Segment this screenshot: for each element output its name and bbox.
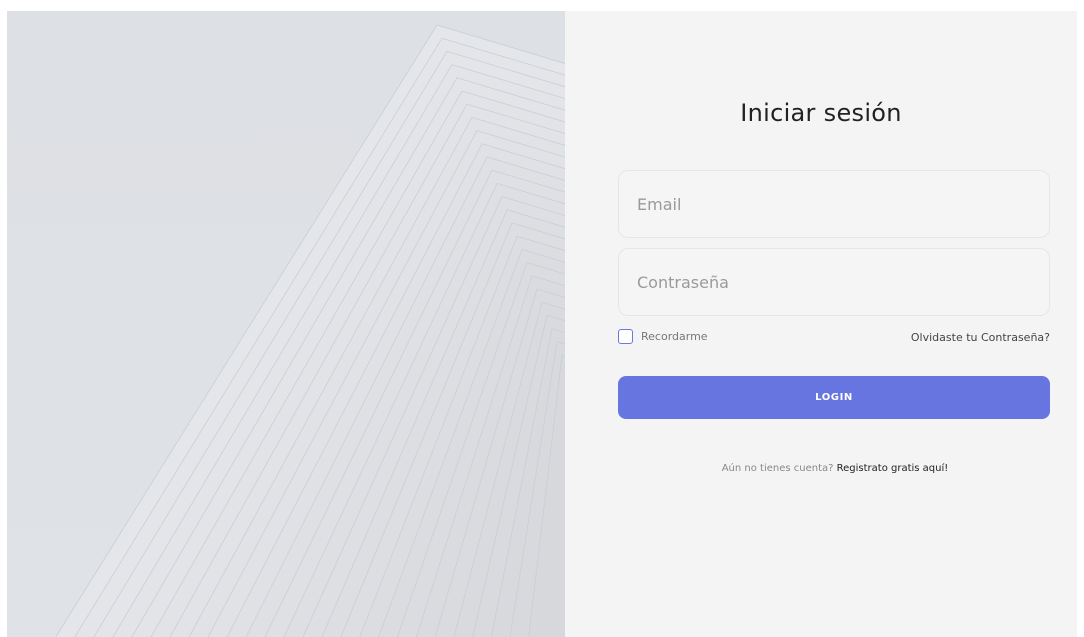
login-button[interactable]: LOGIN — [618, 376, 1050, 419]
password-field[interactable] — [618, 248, 1050, 316]
email-field[interactable] — [618, 170, 1050, 238]
page-title: Iniciar sesión — [740, 99, 902, 127]
signup-prompt: Aún no tienes cuenta? Registrato gratis … — [565, 463, 1084, 474]
signup-link[interactable]: Registrato gratis aquí! — [837, 463, 949, 474]
remember-me-checkbox[interactable]: Recordarme — [618, 329, 708, 344]
signup-prompt-text: Aún no tienes cuenta? — [721, 463, 837, 474]
forgot-password-link[interactable]: Olvidaste tu Contraseña? — [911, 331, 1050, 344]
login-panel: Iniciar sesión Recordarme Olvidaste tu C… — [565, 11, 1077, 637]
checkbox-box[interactable] — [618, 329, 633, 344]
building-illustration — [55, 24, 565, 637]
remember-me-label: Recordarme — [641, 330, 708, 343]
hero-image — [7, 11, 565, 637]
login-page: Iniciar sesión Recordarme Olvidaste tu C… — [7, 11, 1077, 637]
